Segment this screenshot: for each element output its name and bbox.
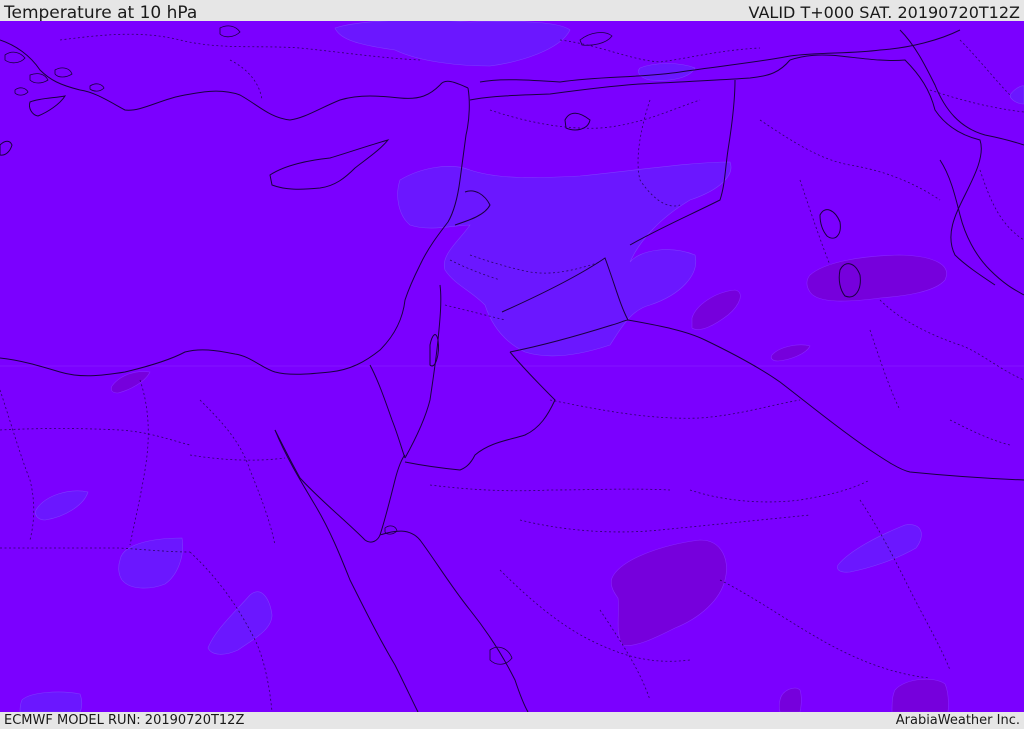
credit-label: ArabiaWeather Inc. <box>895 713 1020 728</box>
map-viewport[interactable] <box>0 21 1024 712</box>
valid-time-label: VALID T+000 SAT. 20190720T12Z <box>748 3 1020 22</box>
map-title: Temperature at 10 hPa <box>4 3 198 23</box>
model-run-label: ECMWF MODEL RUN: 20190720T12Z <box>4 713 245 728</box>
header-bar: Temperature at 10 hPa VALID T+000 SAT. 2… <box>0 0 1024 23</box>
footer-bar: ECMWF MODEL RUN: 20190720T12Z ArabiaWeat… <box>0 712 1024 729</box>
weather-map <box>0 21 1024 712</box>
temperature-field-base <box>0 21 1024 712</box>
